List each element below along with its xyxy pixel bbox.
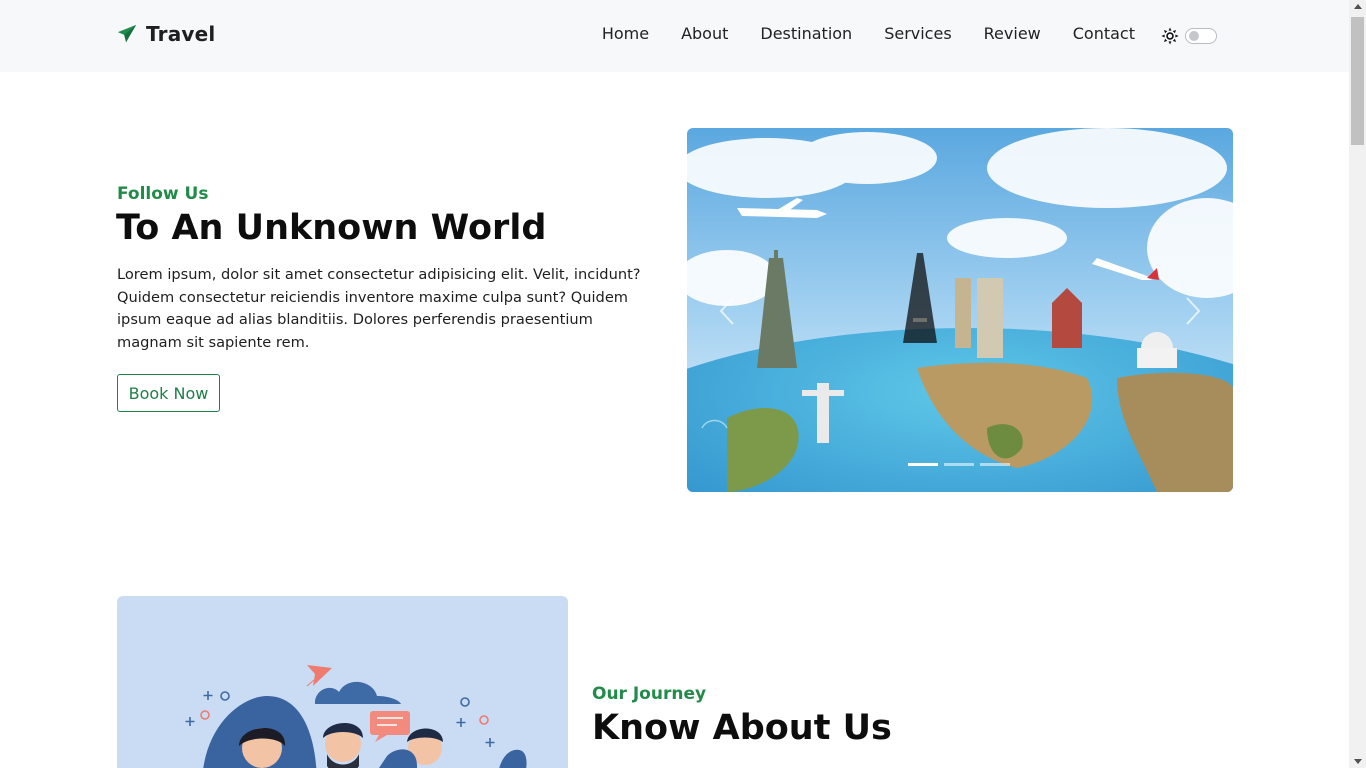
- nav-services[interactable]: Services: [884, 24, 951, 43]
- paper-plane-icon: [117, 24, 137, 43]
- about-illustration: [117, 596, 568, 768]
- hero-description: Lorem ipsum, dolor sit amet consectetur …: [117, 266, 641, 352]
- nav-menu: Home About Destination Services Review C…: [602, 24, 1135, 43]
- chevron-left-icon[interactable]: [713, 294, 743, 328]
- world-landmarks-image: [687, 128, 1233, 492]
- carousel-indicator-3[interactable]: [980, 463, 1010, 466]
- hero-carousel: [687, 128, 1233, 492]
- chevron-right-icon[interactable]: [1177, 294, 1207, 328]
- scroll-down-arrow-icon[interactable]: [1354, 759, 1362, 764]
- theme-toggle[interactable]: [1185, 28, 1217, 44]
- about-title: Know About Us: [592, 708, 892, 748]
- nav-contact[interactable]: Contact: [1073, 24, 1135, 43]
- scroll-up-arrow-icon[interactable]: [1354, 4, 1362, 9]
- nav-destination[interactable]: Destination: [760, 24, 852, 43]
- nav-home[interactable]: Home: [602, 24, 649, 43]
- carousel-indicators: [908, 463, 1010, 466]
- hero-title: To An Unknown World: [116, 208, 547, 248]
- about-subtitle: Our Journey: [592, 684, 707, 704]
- navbar: Travel Home About Destination Services R…: [0, 0, 1349, 72]
- sun-icon[interactable]: [1161, 27, 1179, 45]
- page-scrollbar[interactable]: [1349, 0, 1366, 768]
- brand-logo[interactable]: Travel: [116, 22, 215, 46]
- hero-subtitle: Follow Us: [117, 184, 209, 204]
- nav-review[interactable]: Review: [984, 24, 1041, 43]
- carousel-indicator-2[interactable]: [944, 463, 974, 466]
- nav-about[interactable]: About: [681, 24, 728, 43]
- toggle-knob: [1189, 31, 1199, 41]
- carousel-indicator-1[interactable]: [908, 463, 938, 466]
- brand-name: Travel: [146, 22, 216, 46]
- scrollbar-thumb[interactable]: [1351, 17, 1364, 145]
- book-now-button[interactable]: Book Now: [117, 374, 220, 412]
- travelers-illustration: [185, 665, 527, 768]
